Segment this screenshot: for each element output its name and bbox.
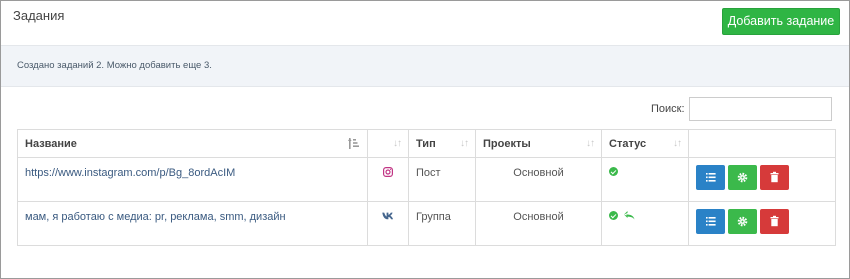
sort-asc-icon [348, 138, 360, 152]
network-cell [367, 157, 409, 202]
info-text: Создано заданий 2. Можно добавить еще 3. [17, 60, 212, 71]
sort-icon: ↓↑ [393, 138, 402, 149]
panel-header: Задания Добавить задание [1, 1, 849, 45]
trash-icon [770, 215, 779, 227]
list-icon [706, 173, 716, 182]
info-bar: Создано заданий 2. Можно добавить еще 3. [1, 45, 849, 87]
add-task-button[interactable]: Добавить задание [722, 8, 840, 35]
task-name-link[interactable]: https://www.instagram.com/p/Bg_8ordAcIM [25, 158, 360, 179]
list-button[interactable] [696, 209, 725, 234]
column-header-name[interactable]: Название [17, 129, 368, 158]
task-name-cell: мам, я работаю с медиа: pr, реклама, smm… [17, 201, 368, 246]
status-cell [601, 157, 689, 202]
network-cell [367, 201, 409, 246]
column-header-status-label: Статус [609, 137, 647, 150]
task-type: Пост [416, 167, 441, 179]
actions-cell [688, 157, 836, 202]
tasks-panel: Задания Добавить задание Создано заданий… [0, 0, 850, 279]
column-header-actions [688, 129, 836, 158]
settings-button[interactable] [728, 165, 757, 190]
search-label: Поиск: [651, 103, 685, 115]
type-cell: Пост [408, 157, 476, 202]
sort-icon: ↓↑ [460, 138, 469, 149]
gear-icon [737, 172, 748, 183]
column-header-projects[interactable]: Проекты ↓↑ [475, 129, 602, 158]
column-header-type[interactable]: Тип ↓↑ [408, 129, 476, 158]
settings-button[interactable] [728, 209, 757, 234]
trash-icon [770, 171, 779, 183]
actions-cell [688, 201, 836, 246]
column-header-type-label: Тип [416, 137, 436, 150]
sort-icon: ↓↑ [673, 138, 682, 149]
gear-icon [737, 216, 748, 227]
search-input[interactable] [689, 97, 832, 121]
task-project: Основной [513, 167, 564, 179]
table-header-row: Название ↓↑ Тип ↓↑ Проекты ↓↑ Статус ↓↑ [17, 129, 836, 158]
instagram-icon [383, 167, 394, 180]
task-name-cell: https://www.instagram.com/p/Bg_8ordAcIM [17, 157, 368, 202]
project-cell: Основной [475, 157, 602, 202]
task-type: Группа [416, 211, 451, 223]
table-row: мам, я работаю с медиа: pr, реклама, smm… [17, 201, 836, 246]
column-header-projects-label: Проекты [483, 137, 531, 150]
type-cell: Группа [408, 201, 476, 246]
task-name-link[interactable]: мам, я работаю с медиа: pr, реклама, smm… [25, 202, 360, 223]
delete-button[interactable] [760, 209, 789, 234]
table-row: https://www.instagram.com/p/Bg_8ordAcIM … [17, 157, 836, 202]
status-cell [601, 201, 689, 246]
project-cell: Основной [475, 201, 602, 246]
task-project: Основной [513, 211, 564, 223]
page-title: Задания [13, 8, 65, 23]
vk-icon [382, 211, 394, 223]
delete-button[interactable] [760, 165, 789, 190]
sort-icon: ↓↑ [586, 138, 595, 149]
reply-icon [624, 211, 635, 222]
column-header-status[interactable]: Статус ↓↑ [601, 129, 689, 158]
list-icon [706, 217, 716, 226]
column-header-name-label: Название [25, 137, 77, 150]
check-icon [609, 211, 618, 220]
list-button[interactable] [696, 165, 725, 190]
tasks-table: Название ↓↑ Тип ↓↑ Проекты ↓↑ Статус ↓↑ … [17, 129, 836, 246]
check-icon [609, 167, 618, 176]
column-header-network[interactable]: ↓↑ [367, 129, 409, 158]
